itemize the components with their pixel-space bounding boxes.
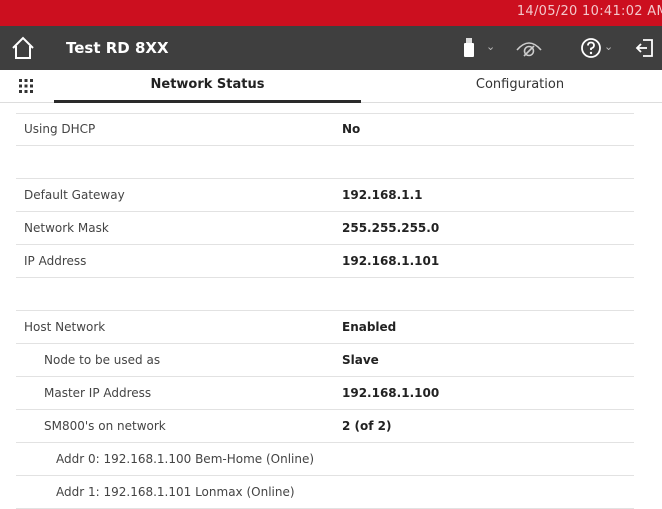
row-label: Addr 0: 192.168.1.100 Bem-Home (Online) — [56, 452, 315, 466]
datetime: 14/05/20 10:41:02 AM — [516, 4, 662, 19]
row-label: Node to be used as — [44, 353, 161, 367]
row-network-mask: Network Mask 255.255.255.0 — [16, 212, 634, 245]
tab-configuration[interactable]: Configuration — [370, 70, 662, 102]
status-bar: 14/05/20 10:41:02 AM — [0, 0, 662, 26]
row-value: Slave — [342, 353, 379, 367]
row-label: Host Network — [24, 320, 106, 334]
row-value: 2 (of 2) — [342, 419, 392, 433]
row-default-gateway: Default Gateway 192.168.1.1 — [16, 179, 634, 212]
row-node-addr-0: Addr 0: 192.168.1.100 Bem-Home (Online) — [16, 443, 634, 476]
logout-icon[interactable] — [635, 37, 655, 63]
device-title: Test RD 8XX — [66, 39, 169, 57]
chevron-down-icon[interactable]: ⌄ — [486, 40, 495, 53]
row-spacer — [16, 278, 634, 311]
help-icon[interactable] — [580, 37, 602, 63]
home-icon[interactable] — [10, 35, 36, 61]
tab-network-status[interactable]: Network Status — [54, 70, 361, 102]
apps-grid-icon[interactable] — [18, 78, 34, 94]
row-label: Master IP Address — [44, 386, 152, 400]
row-node-addr-1: Addr 1: 192.168.1.101 Lonmax (Online) — [16, 476, 634, 509]
row-label: IP Address — [24, 254, 87, 268]
row-value: Enabled — [342, 320, 397, 334]
row-node-role: Node to be used as Slave — [16, 344, 634, 377]
row-label: Network Mask — [24, 221, 109, 235]
row-value: 192.168.1.100 — [342, 386, 440, 400]
row-sm800-count: SM800's on network 2 (of 2) — [16, 410, 634, 443]
row-host-network: Host Network Enabled — [16, 311, 634, 344]
row-label: Using DHCP — [24, 122, 96, 136]
row-value: 192.168.1.101 — [342, 254, 440, 268]
tab-bar: Network Status Configuration — [0, 70, 662, 103]
row-value: 255.255.255.0 — [342, 221, 440, 235]
usb-icon[interactable] — [464, 38, 474, 62]
visibility-off-icon[interactable] — [516, 38, 542, 62]
row-label: SM800's on network — [44, 419, 166, 433]
row-spacer — [16, 146, 634, 179]
title-bar: Test RD 8XX ⌄ ⌄ — [0, 26, 662, 70]
row-master-ip: Master IP Address 192.168.1.100 — [16, 377, 634, 410]
row-label: Addr 1: 192.168.1.101 Lonmax (Online) — [56, 485, 295, 499]
row-ip-address: IP Address 192.168.1.101 — [16, 245, 634, 278]
row-value: No — [342, 122, 361, 136]
row-using-dhcp: Using DHCP No — [16, 113, 634, 146]
network-status-list: Using DHCP No Default Gateway 192.168.1.… — [16, 113, 634, 509]
chevron-down-icon[interactable]: ⌄ — [604, 40, 613, 53]
row-label: Default Gateway — [24, 188, 125, 202]
row-value: 192.168.1.1 — [342, 188, 423, 202]
